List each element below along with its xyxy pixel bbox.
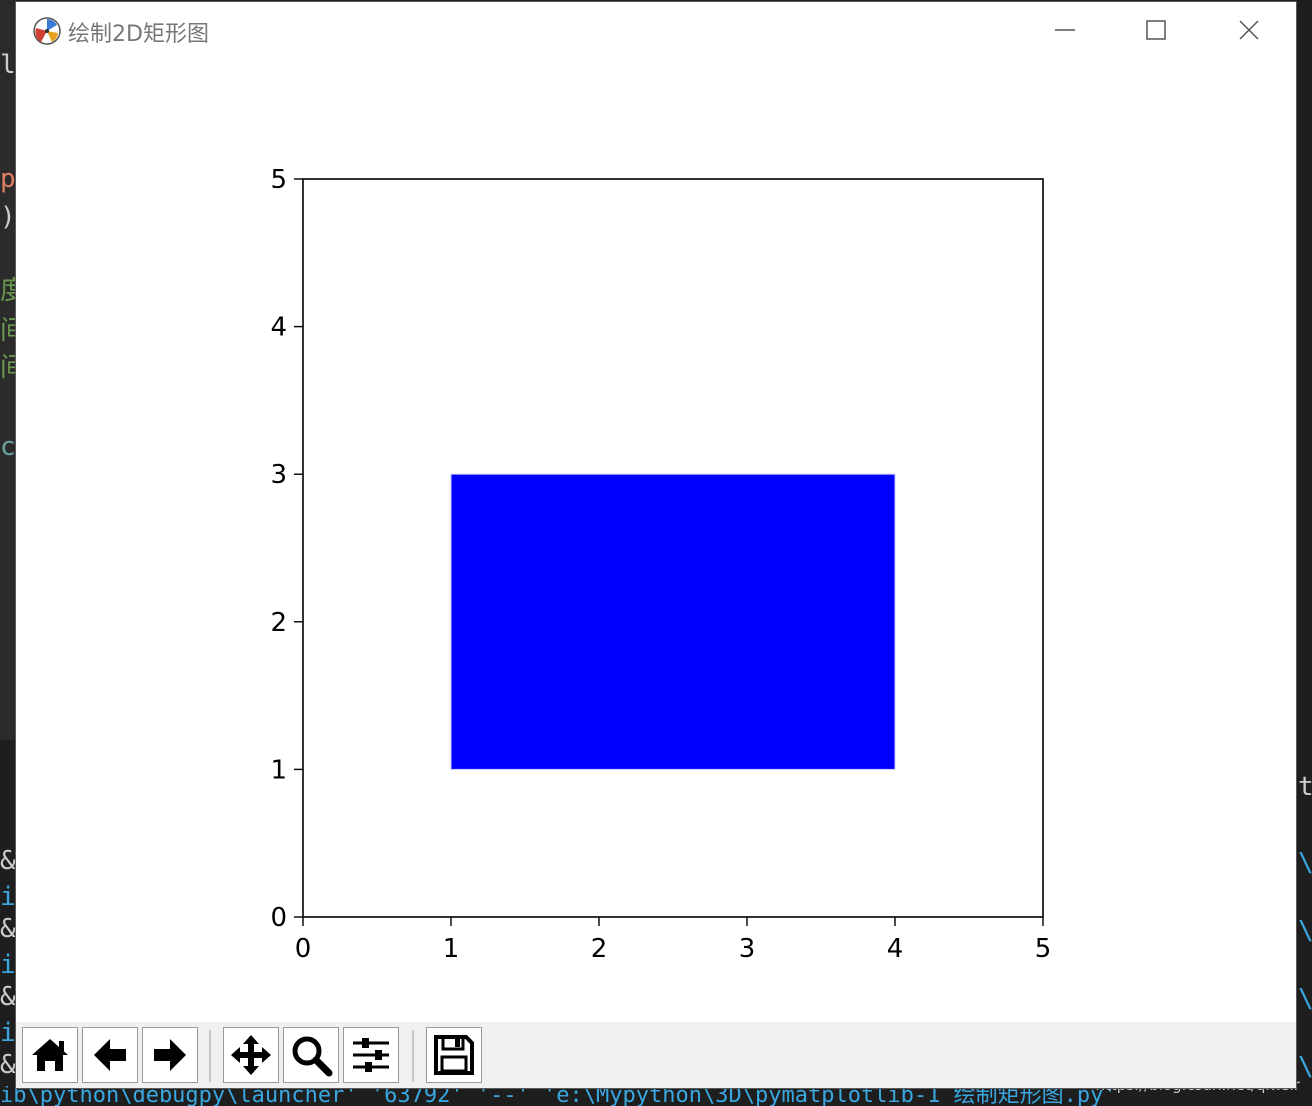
- maximize-button[interactable]: [1133, 10, 1179, 50]
- zoom-button[interactable]: [283, 1027, 339, 1083]
- navigation-toolbar: [16, 1022, 1296, 1088]
- forward-button[interactable]: [142, 1027, 198, 1083]
- y-tick-label: 1: [270, 755, 287, 785]
- y-tick-label: 3: [270, 460, 287, 490]
- close-icon: [1239, 20, 1259, 40]
- sliders-icon: [353, 1038, 389, 1072]
- background-editor-strip: l, pl ) 度 间 间 c: [0, 0, 16, 740]
- maximize-icon: [1146, 20, 1166, 40]
- y-tick-label: 2: [270, 608, 287, 638]
- x-tick-label: 4: [887, 934, 904, 964]
- pan-button[interactable]: [223, 1027, 279, 1083]
- title-bar[interactable]: 绘制2D矩形图: [16, 2, 1296, 60]
- move-icon: [231, 1035, 271, 1075]
- background-terminal-strip: & i & i & i &: [0, 748, 16, 1086]
- x-tick-label: 5: [1035, 934, 1052, 964]
- close-button[interactable]: [1226, 10, 1272, 50]
- x-tick-label: 2: [591, 934, 608, 964]
- configure-subplots-button[interactable]: [343, 1027, 399, 1083]
- minimize-button[interactable]: [1042, 10, 1088, 50]
- window-title: 绘制2D矩形图: [68, 22, 209, 47]
- matplotlib-window: 绘制2D矩形图 0 1 2 3 4 5 0 1 2 3 4 5: [16, 2, 1296, 1088]
- rectangle-chart: 0 1 2 3 4 5 0 1 2 3 4 5: [270, 165, 1052, 964]
- x-tick-label: 3: [739, 934, 756, 964]
- x-tick-label: 0: [295, 934, 312, 964]
- toolbar-separator: [209, 1030, 211, 1082]
- home-button[interactable]: [22, 1027, 78, 1083]
- background-right-strip: tl \/ \/ \/ \/: [1298, 772, 1312, 1082]
- magnifier-icon: [292, 1036, 333, 1077]
- x-tick-label: 1: [443, 934, 460, 964]
- y-tick-label: 4: [270, 313, 287, 343]
- rectangle-patch: [450, 473, 896, 770]
- floppy-disk-icon: [434, 1035, 474, 1075]
- y-tick-label: 5: [270, 165, 287, 195]
- save-button[interactable]: [426, 1027, 482, 1083]
- figure-canvas[interactable]: 0 1 2 3 4 5 0 1 2 3 4 5: [16, 60, 1296, 1022]
- arrow-right-icon: [154, 1039, 186, 1071]
- minimize-icon: [1055, 29, 1075, 31]
- y-tick-label: 0: [270, 903, 287, 933]
- home-icon: [32, 1039, 68, 1071]
- matplotlib-logo-icon: [33, 17, 61, 45]
- arrow-left-icon: [94, 1039, 126, 1071]
- toolbar-separator: [412, 1030, 414, 1082]
- back-button[interactable]: [82, 1027, 138, 1083]
